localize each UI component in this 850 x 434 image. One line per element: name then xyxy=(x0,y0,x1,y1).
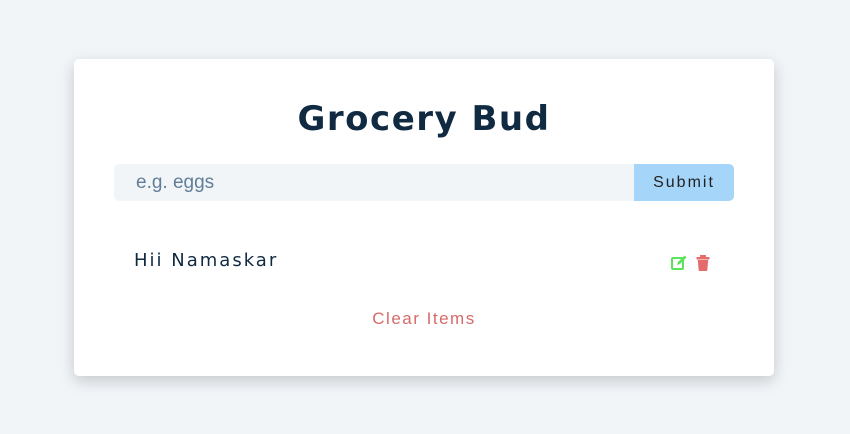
edit-button[interactable] xyxy=(670,254,688,272)
submit-button[interactable]: Submit xyxy=(634,164,734,201)
grocery-form: Submit xyxy=(114,164,734,201)
clear-items-button[interactable]: Clear Items xyxy=(74,309,774,329)
grocery-card: Grocery Bud Submit Hii Namaskar xyxy=(74,59,774,376)
trash-icon xyxy=(694,255,712,275)
item-title: Hii Namaskar xyxy=(134,250,279,271)
list-item: Hii Namaskar xyxy=(134,246,714,280)
page-title: Grocery Bud xyxy=(297,99,551,139)
edit-icon xyxy=(670,255,688,275)
grocery-input[interactable] xyxy=(114,164,634,201)
delete-button[interactable] xyxy=(694,254,712,272)
